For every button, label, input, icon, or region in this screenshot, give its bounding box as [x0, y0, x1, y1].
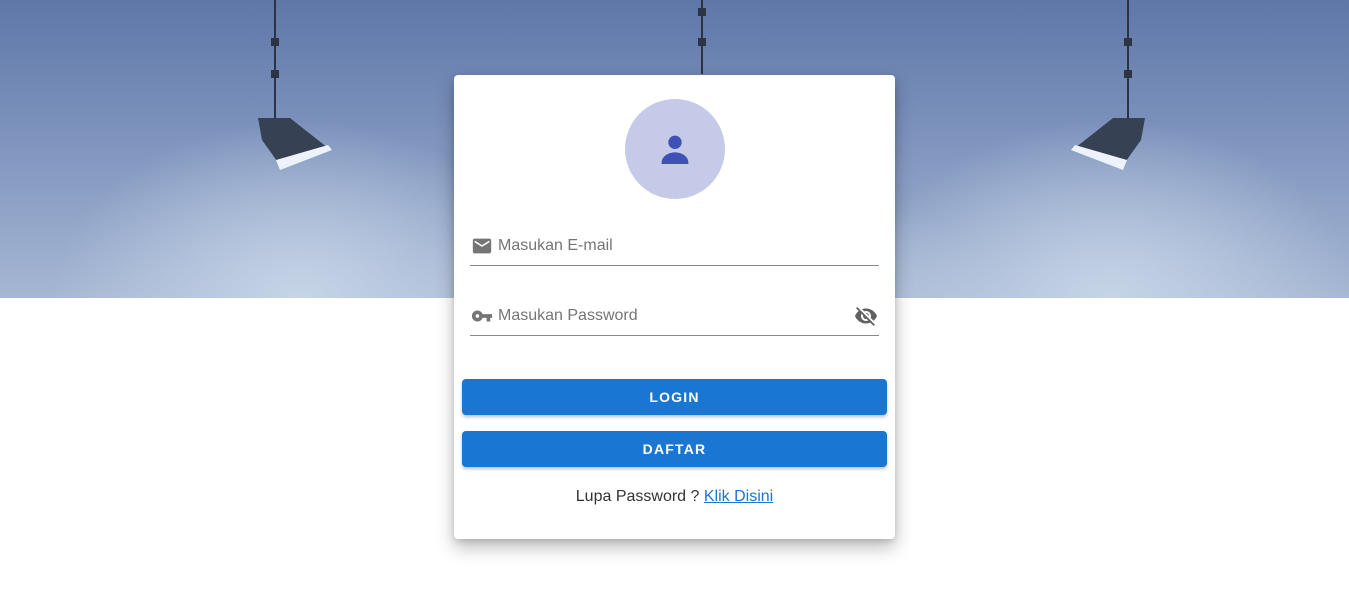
key-icon: [470, 304, 494, 328]
password-input[interactable]: [498, 304, 853, 328]
forgot-password-text: Lupa Password ?: [575, 488, 700, 505]
register-button[interactable]: DAFTAR: [462, 431, 887, 467]
person-icon: [661, 135, 689, 164]
forgot-password-row: Lupa Password ? Klik Disini: [454, 488, 895, 506]
login-button[interactable]: LOGIN: [462, 379, 887, 415]
email-input[interactable]: [498, 234, 879, 258]
eye-off-icon[interactable]: [853, 304, 879, 328]
forgot-password-link[interactable]: Klik Disini: [704, 488, 773, 505]
login-card: LOGIN DAFTAR Lupa Password ? Klik Disini: [454, 75, 895, 539]
password-field: [470, 297, 879, 336]
avatar: [625, 99, 725, 199]
email-field: [470, 227, 879, 266]
mail-icon: [470, 234, 494, 258]
